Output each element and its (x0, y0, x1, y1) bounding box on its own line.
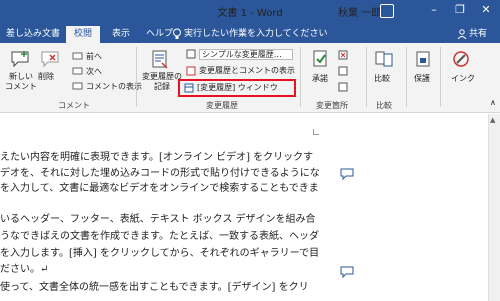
show-markup-icon (186, 66, 196, 76)
scroll-up-arrow[interactable]: ▲ (490, 116, 495, 124)
divider (440, 47, 441, 107)
doc-line: うなできばえの文書を作成できます。たとえば、一致する表紙、ヘッダ (0, 231, 319, 242)
user-name[interactable]: 秋葉 一郎 (338, 4, 381, 19)
tab-help[interactable]: ヘルプ (146, 26, 173, 43)
divider (136, 47, 137, 107)
document-title: 文書 1 - Word (217, 8, 283, 19)
ink-button[interactable]: インク (451, 74, 475, 84)
accept-button[interactable]: 承諾 (312, 74, 328, 84)
group-tracking-label: 変更履歴 (206, 101, 238, 110)
margin-mark (313, 129, 319, 135)
doc-line: ださい。↵ (0, 264, 49, 275)
markup-icon (186, 49, 196, 59)
divider (300, 47, 301, 107)
minimize-button[interactable]: – (426, 3, 442, 17)
share-icon (457, 29, 467, 39)
lightbulb-icon (173, 28, 181, 39)
share-button[interactable]: 共有 (469, 26, 487, 43)
doc-line: えたい内容を明確に表現できます。[オンライン ビデオ] をクリックす (0, 152, 314, 163)
new-comment-icon (11, 51, 29, 68)
next-button[interactable]: 次へ (86, 67, 102, 77)
group-comments-label: コメント (58, 101, 90, 110)
divider (406, 47, 407, 107)
compare-button[interactable]: 比較 (374, 74, 390, 84)
document-area[interactable] (0, 114, 500, 301)
delete-button[interactable]: 削除 (38, 72, 54, 82)
new-comment-button[interactable]: 新しい コメント (4, 72, 38, 92)
doc-line: を入力して、文書に最適なビデオをオンラインで検索することもできま (0, 183, 319, 194)
compare-icon (375, 51, 393, 67)
prev-change-icon (338, 66, 348, 76)
close-button[interactable]: ✕ (478, 3, 494, 17)
protect-button[interactable]: 保護 (414, 74, 430, 84)
ink-icon (453, 51, 469, 67)
show-comments-icon (72, 82, 83, 90)
markup-dropdown[interactable]: シンプルな変更履歴… (199, 49, 293, 60)
divider (366, 47, 367, 107)
restore-button[interactable]: ❐ (452, 3, 468, 17)
doc-line: いるヘッダー、フッター、表紙、テキスト ボックス デザインを組み合 (0, 214, 316, 225)
tab-view[interactable]: 表示 (112, 26, 130, 43)
doc-line: を入力します。[挿入] をクリックしてから、それぞれのギャラリーで目 (0, 248, 320, 259)
prev-button[interactable]: 前へ (86, 52, 102, 62)
protect-icon (416, 51, 430, 67)
tab-review[interactable]: 校閲 (66, 26, 101, 43)
doc-line: デオを、それに対した埋め込みコードの形式で貼り付けできるようにな (0, 168, 320, 179)
track-changes-icon (152, 50, 168, 69)
reject-icon (338, 50, 348, 60)
delete-comment-icon (41, 51, 59, 68)
group-compare-label: 比較 (376, 101, 392, 110)
show-markup-button[interactable]: 変更履歴とコメントの表示 (199, 66, 295, 76)
doc-line: 使って、文書全体の統一感を出すこともできます。[デザイン] をクリ (0, 282, 309, 293)
next-change-icon (338, 82, 348, 92)
show-comments-button[interactable]: コメントの表示 (86, 82, 142, 92)
avatar[interactable] (380, 4, 394, 18)
tab-mailings[interactable]: 差し込み文書 (6, 26, 60, 43)
vertical-scrollbar[interactable] (488, 114, 500, 301)
next-comment-icon (72, 67, 83, 75)
tell-me-input[interactable]: 実行したい作業を入力してください (184, 26, 327, 42)
comment-icon[interactable] (340, 168, 354, 180)
comment-icon[interactable] (340, 266, 354, 278)
prev-comment-icon (72, 52, 83, 60)
group-changes-label: 変更箇所 (316, 101, 348, 110)
collapse-ribbon-icon[interactable]: ∧ (490, 98, 496, 108)
highlight-box (178, 79, 296, 97)
accept-icon (313, 50, 327, 67)
